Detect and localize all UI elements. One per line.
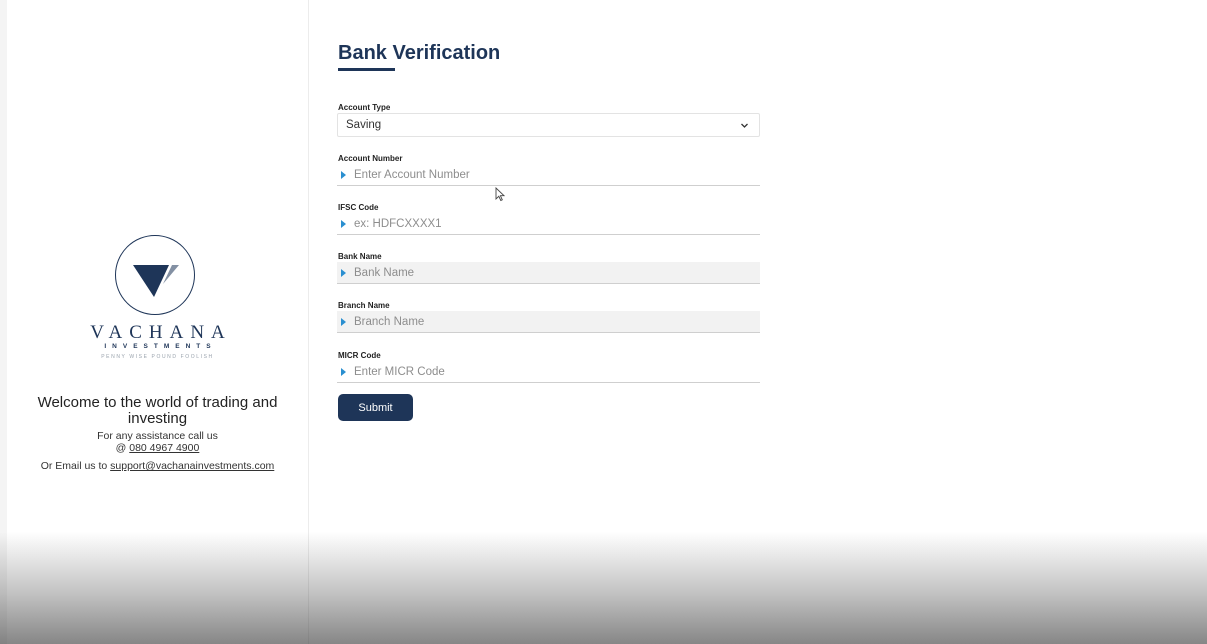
- account-number-input[interactable]: [354, 166, 744, 183]
- submit-button[interactable]: Submit: [338, 394, 413, 421]
- bank-name-input[interactable]: [354, 264, 744, 281]
- account-type-label: Account Type: [338, 103, 391, 112]
- ifsc-input[interactable]: [354, 215, 744, 232]
- branch-name-label: Branch Name: [338, 301, 390, 310]
- micr-field: [337, 361, 760, 383]
- field-arrow-icon: [341, 220, 346, 228]
- welcome-text: Welcome to the world of trading and inve…: [37, 394, 278, 427]
- left-gutter: [0, 0, 7, 644]
- mouse-cursor-icon: [495, 187, 505, 202]
- phone-prefix: @: [115, 442, 127, 454]
- assistance-text: For any assistance call us: [97, 430, 218, 442]
- field-arrow-icon: [341, 171, 346, 179]
- main-content: Bank Verification Account Type Saving Ac…: [309, 0, 1207, 644]
- micr-label: MICR Code: [338, 351, 381, 360]
- phone-line: @ 080 4967 4900: [7, 442, 308, 454]
- field-arrow-icon: [341, 269, 346, 277]
- branch-name-input[interactable]: [354, 313, 744, 330]
- account-type-select[interactable]: Saving: [337, 113, 760, 137]
- page-title: Bank Verification: [338, 42, 501, 64]
- brand-subtitle: INVESTMENTS: [104, 343, 217, 350]
- ifsc-field: [337, 213, 760, 235]
- bank-name-label: Bank Name: [338, 252, 382, 261]
- micr-input[interactable]: [354, 363, 744, 380]
- email-link[interactable]: support@vachanainvestments.com: [110, 460, 274, 472]
- ifsc-label: IFSC Code: [338, 203, 379, 212]
- chevron-down-icon: [741, 123, 748, 128]
- brand-name: VACHANA: [90, 322, 232, 343]
- branch-name-field: [337, 311, 760, 333]
- assistance-info: For any assistance call us @ 080 4967 49…: [7, 430, 308, 454]
- phone-link[interactable]: 080 4967 4900: [129, 442, 199, 454]
- account-number-label: Account Number: [338, 154, 403, 163]
- field-arrow-icon: [341, 318, 346, 326]
- email-prefix: Or Email us to: [40, 460, 108, 472]
- brand-tagline: PENNY WISE POUND FOOLISH: [101, 354, 214, 360]
- account-type-value: Saving: [346, 119, 382, 131]
- vachana-logo-icon: [115, 235, 195, 315]
- title-underline: [338, 68, 395, 71]
- sidebar: VACHANA INVESTMENTS PENNY WISE POUND FOO…: [7, 0, 309, 644]
- email-line: Or Email us to support@vachanainvestment…: [7, 460, 308, 472]
- account-number-field: [337, 164, 760, 186]
- field-arrow-icon: [341, 368, 346, 376]
- bank-name-field: [337, 262, 760, 284]
